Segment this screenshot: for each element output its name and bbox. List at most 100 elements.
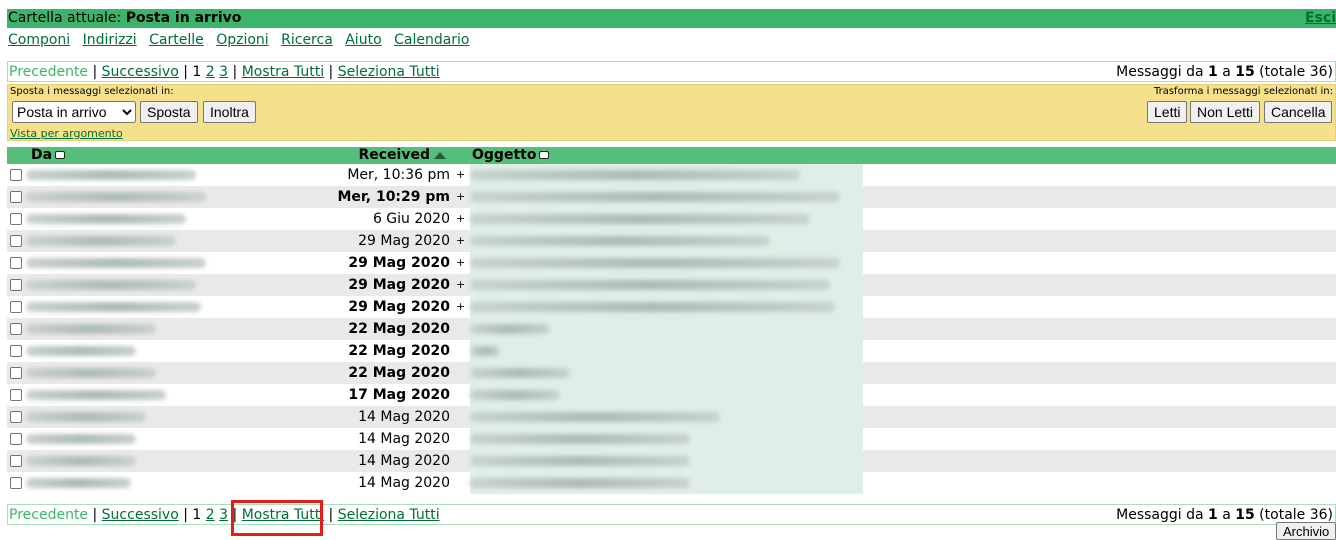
subject-cell[interactable] <box>470 230 863 252</box>
menu-addresses[interactable]: Indirizzi <box>83 32 137 48</box>
subject-cell[interactable] <box>470 472 863 494</box>
menu-compose[interactable]: Componi <box>8 32 70 48</box>
subject-cell[interactable] <box>470 208 863 230</box>
sender-redacted[interactable] <box>26 302 202 312</box>
page-3-link[interactable]: 3 <box>219 64 228 80</box>
next-page-link[interactable]: Successivo <box>102 507 179 523</box>
subject-cell[interactable] <box>470 406 863 428</box>
select-checkbox[interactable] <box>10 433 22 445</box>
mark-read-button[interactable]: Letti <box>1147 101 1188 123</box>
thread-view-link[interactable]: Vista per argomento <box>10 127 123 140</box>
table-row[interactable]: 14 Mag 2020 <box>7 450 1336 472</box>
sender-redacted[interactable] <box>26 258 207 268</box>
sender-redacted[interactable] <box>26 456 137 466</box>
table-row[interactable]: 14 Mag 2020 <box>7 428 1336 450</box>
subject-redacted[interactable] <box>470 346 500 356</box>
subject-cell[interactable] <box>470 340 863 362</box>
subject-redacted[interactable] <box>470 236 770 246</box>
table-row[interactable]: 17 Mag 2020 <box>7 384 1336 406</box>
subject-redacted[interactable] <box>470 280 830 290</box>
select-checkbox[interactable] <box>10 455 22 467</box>
target-folder-select[interactable]: Posta in arrivo <box>12 101 136 123</box>
select-checkbox[interactable] <box>10 323 22 335</box>
page-3-link[interactable]: 3 <box>219 507 228 523</box>
delete-button[interactable]: Cancella <box>1264 101 1333 123</box>
table-row[interactable]: 14 Mag 2020 <box>7 406 1336 428</box>
sender-redacted[interactable] <box>26 434 137 444</box>
select-checkbox[interactable] <box>10 477 22 489</box>
sender-redacted[interactable] <box>26 192 207 202</box>
subject-cell[interactable] <box>470 318 863 340</box>
menu-help[interactable]: Aiuto <box>345 32 381 48</box>
sort-toggle-icon[interactable] <box>539 151 550 159</box>
column-header-from[interactable]: Da <box>7 147 214 164</box>
select-checkbox[interactable] <box>10 411 22 423</box>
menu-calendar[interactable]: Calendario <box>394 32 469 48</box>
mark-unread-button[interactable]: Non Letti <box>1190 101 1261 123</box>
select-checkbox[interactable] <box>10 389 22 401</box>
logout-link[interactable]: Esci <box>1305 9 1336 28</box>
sender-redacted[interactable] <box>26 368 157 378</box>
subject-cell[interactable] <box>470 186 863 208</box>
sender-redacted[interactable] <box>26 214 187 224</box>
sender-redacted[interactable] <box>26 478 132 488</box>
table-row[interactable]: Mer, 10:29 pm + <box>7 186 1336 208</box>
subject-cell[interactable] <box>470 428 863 450</box>
menu-search[interactable]: Ricerca <box>281 32 333 48</box>
select-checkbox[interactable] <box>10 279 22 291</box>
sender-redacted[interactable] <box>26 390 167 400</box>
select-checkbox[interactable] <box>10 367 22 379</box>
select-checkbox[interactable] <box>10 169 22 181</box>
select-all-link[interactable]: Seleziona Tutti <box>338 507 440 523</box>
table-row[interactable]: 29 Mag 2020 + <box>7 252 1336 274</box>
subject-cell[interactable] <box>470 274 863 296</box>
column-header-received[interactable]: Received <box>214 147 456 164</box>
sort-ascending-icon[interactable] <box>434 151 446 159</box>
select-all-link[interactable]: Seleziona Tutti <box>338 64 440 80</box>
subject-redacted[interactable] <box>470 412 720 422</box>
select-checkbox[interactable] <box>10 345 22 357</box>
page-2-link[interactable]: 2 <box>206 507 215 523</box>
table-row[interactable]: Mer, 10:36 pm + <box>7 164 1336 186</box>
subject-redacted[interactable] <box>470 302 835 312</box>
page-2-link[interactable]: 2 <box>206 64 215 80</box>
subject-redacted[interactable] <box>470 170 800 180</box>
sender-redacted[interactable] <box>26 280 197 290</box>
menu-folders[interactable]: Cartelle <box>149 32 204 48</box>
subject-cell[interactable] <box>470 362 863 384</box>
table-row[interactable]: 22 Mag 2020 <box>7 318 1336 340</box>
archive-button[interactable]: Archivio <box>1276 522 1336 540</box>
sender-redacted[interactable] <box>26 346 137 356</box>
table-row[interactable]: 22 Mag 2020 <box>7 362 1336 384</box>
subject-redacted[interactable] <box>470 324 550 334</box>
table-row[interactable]: 22 Mag 2020 <box>7 340 1336 362</box>
move-button[interactable]: Sposta <box>140 101 198 123</box>
subject-redacted[interactable] <box>470 390 560 400</box>
subject-cell[interactable] <box>470 252 863 274</box>
sort-toggle-icon[interactable] <box>55 151 66 159</box>
forward-button[interactable]: Inoltra <box>203 101 256 123</box>
table-row[interactable]: 6 Giu 2020 + <box>7 208 1336 230</box>
subject-cell[interactable] <box>470 296 863 318</box>
subject-redacted[interactable] <box>470 258 840 268</box>
subject-redacted[interactable] <box>470 368 570 378</box>
subject-cell[interactable] <box>470 384 863 406</box>
sender-redacted[interactable] <box>26 324 157 334</box>
subject-redacted[interactable] <box>470 478 690 488</box>
table-row[interactable]: 29 Mag 2020 + <box>7 274 1336 296</box>
subject-redacted[interactable] <box>470 434 690 444</box>
select-checkbox[interactable] <box>10 301 22 313</box>
select-checkbox[interactable] <box>10 257 22 269</box>
select-checkbox[interactable] <box>10 191 22 203</box>
select-checkbox[interactable] <box>10 235 22 247</box>
sender-redacted[interactable] <box>26 236 177 246</box>
show-all-link[interactable]: Mostra Tutti <box>242 64 324 80</box>
subject-redacted[interactable] <box>470 192 840 202</box>
table-row[interactable]: 14 Mag 2020 <box>7 472 1336 494</box>
sender-redacted[interactable] <box>26 412 147 422</box>
subject-cell[interactable] <box>470 164 863 186</box>
subject-redacted[interactable] <box>470 214 810 224</box>
subject-cell[interactable] <box>470 450 863 472</box>
subject-redacted[interactable] <box>470 456 690 466</box>
next-page-link[interactable]: Successivo <box>102 64 179 80</box>
